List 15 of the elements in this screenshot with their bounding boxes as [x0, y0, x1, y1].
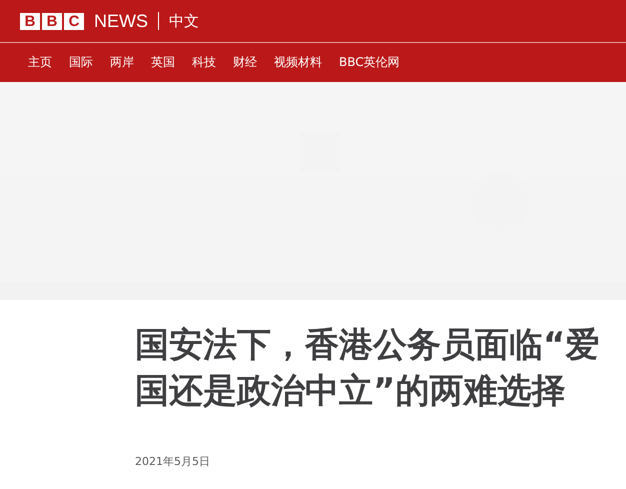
brand-name: NEWS: [94, 10, 148, 32]
nav-link[interactable]: 英国: [151, 54, 175, 71]
nav-link[interactable]: 科技: [192, 54, 216, 71]
edition-label: 中文: [169, 12, 199, 30]
logo-block: C: [64, 12, 84, 30]
article-headline: 国安法下，香港公务员面临“爱国还是政治中立”的两难选择: [135, 324, 600, 413]
nav-link[interactable]: 国际: [69, 54, 93, 71]
nav-link[interactable]: 财经: [233, 54, 257, 71]
nav-link[interactable]: BBC英伦网: [339, 54, 400, 71]
logo-block: B: [42, 12, 62, 30]
nav-link[interactable]: 主页: [28, 54, 52, 71]
nav-link[interactable]: 视频材料: [274, 54, 322, 71]
nav-link[interactable]: 两岸: [110, 54, 134, 71]
article-date: 2021年5月5日: [135, 454, 211, 469]
logo-block: B: [20, 12, 40, 30]
